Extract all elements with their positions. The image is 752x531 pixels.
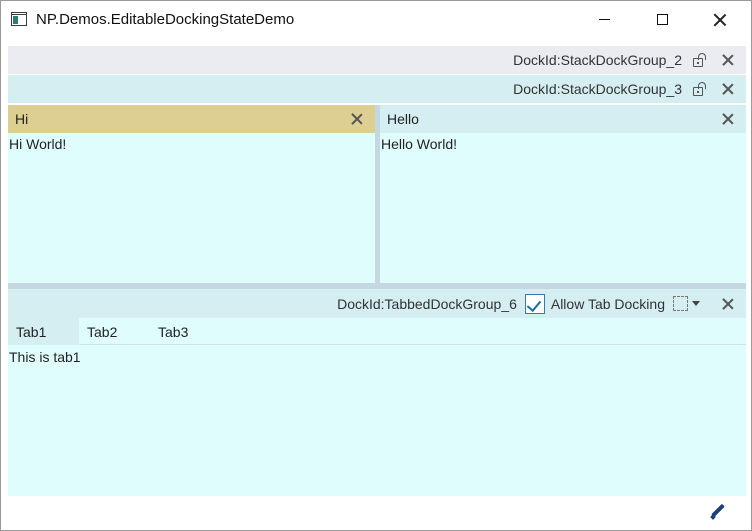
tab-1[interactable]: Tab1 bbox=[8, 318, 79, 345]
tab-2[interactable]: Tab2 bbox=[79, 318, 150, 345]
tabbed-dock-group: DockId:TabbedDockGroup_6 Allow Tab Docki… bbox=[8, 289, 746, 496]
tabbed-dock-group-header: DockId:TabbedDockGroup_6 Allow Tab Docki… bbox=[8, 289, 746, 318]
hello-pane-header[interactable]: Hello bbox=[380, 105, 746, 133]
app-window-icon bbox=[11, 12, 27, 26]
stack-dock-group-2-close-button[interactable] bbox=[718, 50, 738, 70]
pencil-icon bbox=[710, 504, 726, 520]
hello-pane-title: Hello bbox=[387, 111, 419, 127]
hello-pane-content: Hello World! bbox=[381, 136, 457, 152]
hi-pane-close-button[interactable] bbox=[347, 109, 367, 129]
close-icon bbox=[714, 14, 726, 26]
close-icon bbox=[723, 55, 733, 65]
tabbed-dock-group-close-button[interactable] bbox=[718, 294, 738, 314]
unlock-icon bbox=[693, 82, 707, 96]
allow-tab-docking-checkbox[interactable] bbox=[524, 293, 545, 314]
close-icon bbox=[352, 114, 362, 124]
title-bar[interactable]: NP.Demos.EditableDockingStateDemo bbox=[1, 1, 751, 38]
tab-strip: Tab1 Tab2 Tab3 bbox=[8, 318, 746, 345]
stack-dock-group-2-label: DockId:StackDockGroup_2 bbox=[513, 52, 682, 68]
window-close-button[interactable] bbox=[697, 1, 743, 38]
stack-dock-group-2-header: DockId:StackDockGroup_2 bbox=[8, 46, 746, 74]
hi-pane-content: Hi World! bbox=[9, 136, 67, 152]
stack-dock-group-3-label: DockId:StackDockGroup_3 bbox=[513, 81, 682, 97]
chevron-down-icon bbox=[692, 301, 700, 306]
allow-tab-docking-label[interactable]: Allow Tab Docking bbox=[551, 296, 665, 312]
stack-dock-group-3-header: DockId:StackDockGroup_3 bbox=[8, 75, 746, 103]
hello-pane-close-button[interactable] bbox=[718, 109, 738, 129]
dock-mode-dropdown[interactable] bbox=[673, 296, 700, 311]
stack-dock-group-3-close-button[interactable] bbox=[718, 79, 738, 99]
hi-pane-title: Hi bbox=[15, 111, 29, 127]
minimize-icon bbox=[598, 19, 610, 20]
minimize-button[interactable] bbox=[581, 1, 627, 38]
check-icon bbox=[528, 297, 542, 311]
app-window: NP.Demos.EditableDockingStateDemo DockId… bbox=[0, 0, 752, 531]
edit-button[interactable] bbox=[707, 501, 729, 523]
unlock-icon bbox=[693, 53, 707, 67]
stack-dock-group-3-lock-button[interactable] bbox=[690, 79, 710, 99]
hello-pane[interactable]: Hello Hello World! bbox=[380, 105, 746, 283]
window-title: NP.Demos.EditableDockingStateDemo bbox=[36, 11, 295, 28]
tab-3[interactable]: Tab3 bbox=[150, 318, 221, 345]
close-icon bbox=[723, 299, 733, 309]
maximize-icon bbox=[656, 14, 668, 25]
close-icon bbox=[723, 114, 733, 124]
stack-dock-group-2-lock-button[interactable] bbox=[690, 50, 710, 70]
hi-pane[interactable]: Hi Hi World! bbox=[8, 105, 375, 283]
tab-content: This is tab1 bbox=[9, 349, 81, 365]
dashed-box-icon bbox=[673, 296, 688, 311]
hi-pane-header[interactable]: Hi bbox=[8, 105, 375, 133]
close-icon bbox=[723, 84, 733, 94]
tabbed-dock-group-label: DockId:TabbedDockGroup_6 bbox=[337, 295, 517, 312]
maximize-button[interactable] bbox=[639, 1, 685, 38]
